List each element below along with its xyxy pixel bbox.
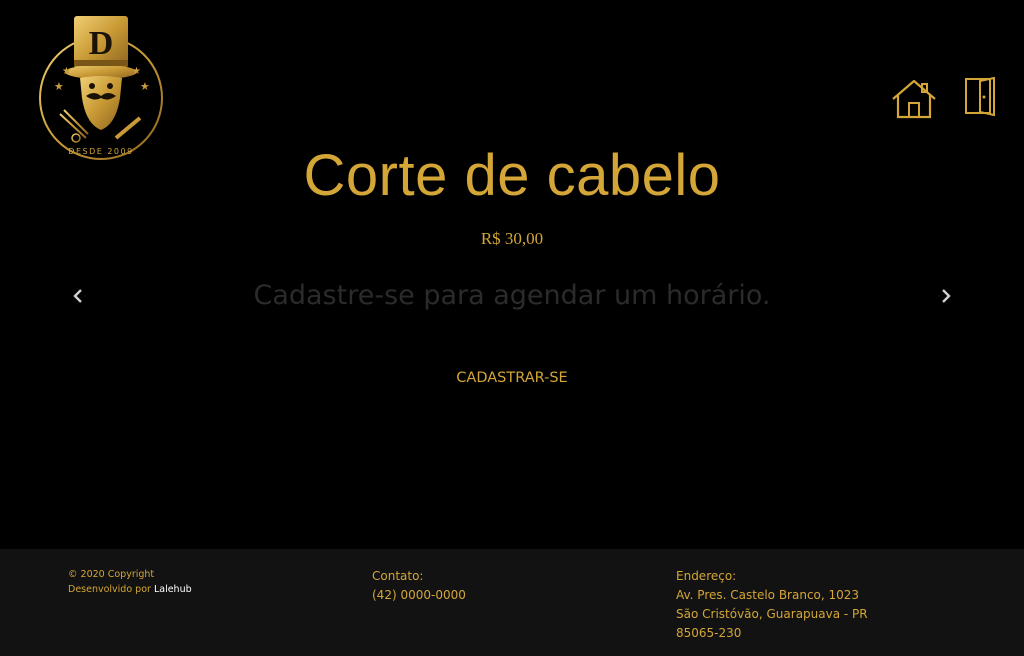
- carousel-next-button[interactable]: [938, 286, 954, 306]
- logout-button[interactable]: [964, 77, 996, 117]
- address-label: Endereço:: [676, 569, 737, 583]
- address-line1: Av. Pres. Castelo Branco, 1023: [676, 588, 860, 602]
- door-exit-icon: [965, 77, 995, 117]
- footer-address: Endereço: Av. Pres. Castelo Branco, 1023…: [676, 567, 868, 643]
- barbershop-logo: D ★ ★ ★ ★ DESDE 2009: [36, 14, 166, 160]
- svg-text:★: ★: [62, 66, 71, 77]
- contact-label: Contato:: [372, 569, 424, 583]
- footer-contact: Contato: (42) 0000-0000: [372, 567, 466, 605]
- address-line2: São Cristóvão, Guarapuava - PR: [676, 607, 868, 621]
- chevron-left-icon: [73, 289, 82, 303]
- home-icon: [892, 79, 936, 119]
- contact-phone: (42) 0000-0000: [372, 588, 466, 602]
- developer-link[interactable]: Lalehub: [154, 584, 192, 595]
- service-price: R$ 30,00: [480, 229, 544, 248]
- svg-text:★: ★: [140, 80, 150, 93]
- chevron-right-icon: [942, 289, 951, 303]
- logo-monogram: D: [89, 25, 114, 62]
- developed-by-label: Desenvolvido por: [68, 584, 151, 595]
- footer-copyright: © 2020 Copyright Desenvolvido por Lalehu…: [68, 567, 192, 597]
- footer: © 2020 Copyright Desenvolvido por Lalehu…: [0, 549, 1024, 656]
- top-nav: [890, 77, 996, 120]
- svg-text:★: ★: [132, 66, 141, 77]
- svg-text:★: ★: [54, 80, 64, 93]
- copyright-text: © 2020 Copyright: [68, 569, 155, 580]
- developed-by: Desenvolvido por Lalehub: [68, 582, 192, 597]
- register-container: CADASTRAR-SE: [0, 367, 1024, 386]
- register-link[interactable]: CADASTRAR-SE: [456, 370, 567, 386]
- service-title: Corte de cabelo: [303, 143, 721, 208]
- carousel-prompt: Cadastre-se para agendar um horário.: [253, 280, 771, 311]
- address-line3: 85065-230: [676, 626, 742, 640]
- home-button[interactable]: [890, 78, 938, 120]
- carousel-prev-button[interactable]: [70, 286, 86, 306]
